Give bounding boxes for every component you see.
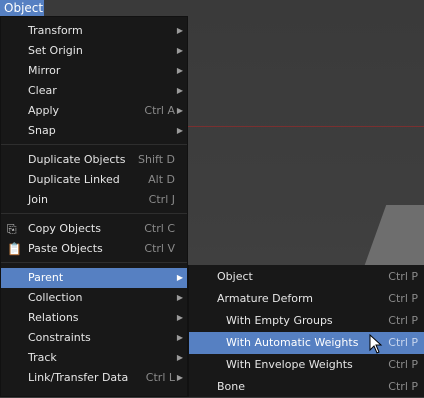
menu-separator — [1, 213, 187, 214]
menu-item-label: Clear — [28, 84, 57, 97]
menu-item-parent[interactable]: Parent ▶ — [1, 268, 187, 288]
object-menu: Transform ▶ Set Origin ▶ Mirror ▶ Clear … — [0, 16, 188, 397]
menu-item-set-origin[interactable]: Set Origin ▶ — [1, 41, 187, 61]
shortcut-label: Ctrl V — [144, 242, 175, 255]
menu-item-copy-objects[interactable]: ⎘ Copy Objects Ctrl C — [1, 219, 187, 239]
menu-item-link-transfer-data[interactable]: Link/Transfer Data Ctrl L ▶ — [1, 368, 187, 388]
shortcut-label: Ctrl P — [388, 380, 418, 393]
menu-item-label: Mirror — [28, 64, 61, 77]
menu-item-label: With Automatic Weights — [226, 336, 359, 349]
paste-icon: 📋 — [7, 242, 22, 256]
submenu-arrow-icon: ▶ — [176, 126, 183, 135]
menu-item-duplicate-linked[interactable]: Duplicate Linked Alt D — [1, 170, 187, 190]
menu-item-apply[interactable]: Apply Ctrl A ▶ — [1, 101, 187, 121]
shortcut-label: Shift D — [138, 153, 175, 166]
menu-item-snap[interactable]: Snap ▶ — [1, 121, 187, 141]
submenu-arrow-icon: ▶ — [176, 86, 183, 95]
submenu-item-armature-deform[interactable]: Armature Deform Ctrl P — [189, 288, 424, 310]
menu-item-track[interactable]: Track ▶ — [1, 348, 187, 368]
menu-item-label: Apply — [28, 104, 60, 117]
menu-item-label: Duplicate Linked — [28, 173, 120, 186]
menu-item-label: With Envelope Weights — [226, 358, 353, 371]
x-axis-line — [188, 126, 424, 127]
menu-item-label: Track — [28, 351, 57, 364]
shortcut-label: Ctrl P — [388, 358, 418, 371]
submenu-arrow-icon: ▶ — [176, 66, 183, 75]
shortcut-label: Ctrl P — [388, 270, 418, 283]
menu-item-constraints[interactable]: Constraints ▶ — [1, 328, 187, 348]
submenu-arrow-icon: ▶ — [176, 106, 183, 115]
menu-item-label: Transform — [28, 24, 83, 37]
submenu-arrow-icon: ▶ — [176, 273, 183, 282]
submenu-item-with-envelope-weights[interactable]: With Envelope Weights Ctrl P — [189, 354, 424, 376]
shortcut-label: Ctrl P — [388, 314, 418, 327]
object-menu-button[interactable]: Object — [0, 0, 44, 16]
menu-item-label: Copy Objects — [28, 222, 101, 235]
menu-item-label: Duplicate Objects — [28, 153, 126, 166]
submenu-item-object[interactable]: Object Ctrl P — [189, 266, 424, 288]
menu-separator — [1, 262, 187, 263]
menu-item-collection[interactable]: Collection ▶ — [1, 288, 187, 308]
menu-item-mirror[interactable]: Mirror ▶ — [1, 61, 187, 81]
menu-item-duplicate-objects[interactable]: Duplicate Objects Shift D — [1, 150, 187, 170]
submenu-item-with-empty-groups[interactable]: With Empty Groups Ctrl P — [189, 310, 424, 332]
shortcut-label: Ctrl C — [144, 222, 175, 235]
submenu-arrow-icon: ▶ — [176, 333, 183, 342]
menu-separator — [1, 144, 187, 145]
submenu-arrow-icon: ▶ — [176, 26, 183, 35]
menu-item-clear[interactable]: Clear ▶ — [1, 81, 187, 101]
menu-item-label: With Empty Groups — [226, 314, 333, 327]
menu-item-label: Bone — [217, 380, 246, 393]
shortcut-label: Ctrl P — [388, 336, 418, 349]
submenu-arrow-icon: ▶ — [176, 46, 183, 55]
menu-item-label: Parent — [28, 271, 64, 284]
submenu-item-bone[interactable]: Bone Ctrl P — [189, 376, 424, 398]
submenu-arrow-icon: ▶ — [176, 313, 183, 322]
submenu-arrow-icon: ▶ — [176, 353, 183, 362]
menu-item-label: Paste Objects — [28, 242, 103, 255]
parent-submenu: Object Ctrl P Armature Deform Ctrl P Wit… — [188, 265, 424, 397]
shortcut-label: Ctrl J — [148, 193, 175, 206]
menu-item-label: Snap — [28, 124, 56, 137]
menu-item-label: Relations — [28, 311, 79, 324]
submenu-arrow-icon: ▶ — [176, 373, 183, 382]
copy-icon: ⎘ — [7, 222, 17, 236]
menu-item-label: Object — [217, 270, 253, 283]
shortcut-label: Ctrl L — [145, 371, 175, 384]
shortcut-label: Ctrl P — [388, 292, 418, 305]
menu-item-label: Set Origin — [28, 44, 83, 57]
menu-item-transform[interactable]: Transform ▶ — [1, 21, 187, 41]
shortcut-label: Alt D — [148, 173, 175, 186]
submenu-item-with-automatic-weights[interactable]: With Automatic Weights Ctrl P — [189, 332, 424, 354]
shortcut-label: Ctrl A — [144, 104, 175, 117]
mouse-cursor-icon — [369, 334, 383, 354]
menu-item-label: Link/Transfer Data — [28, 371, 129, 384]
menu-item-label: Join — [28, 193, 49, 206]
submenu-arrow-icon: ▶ — [176, 293, 183, 302]
menu-item-relations[interactable]: Relations ▶ — [1, 308, 187, 328]
menu-item-label: Collection — [28, 291, 83, 304]
menu-item-paste-objects[interactable]: 📋 Paste Objects Ctrl V — [1, 239, 187, 259]
menu-item-label: Constraints — [28, 331, 91, 344]
menu-item-label: Armature Deform — [217, 292, 314, 305]
menu-item-join[interactable]: Join Ctrl J — [1, 190, 187, 210]
